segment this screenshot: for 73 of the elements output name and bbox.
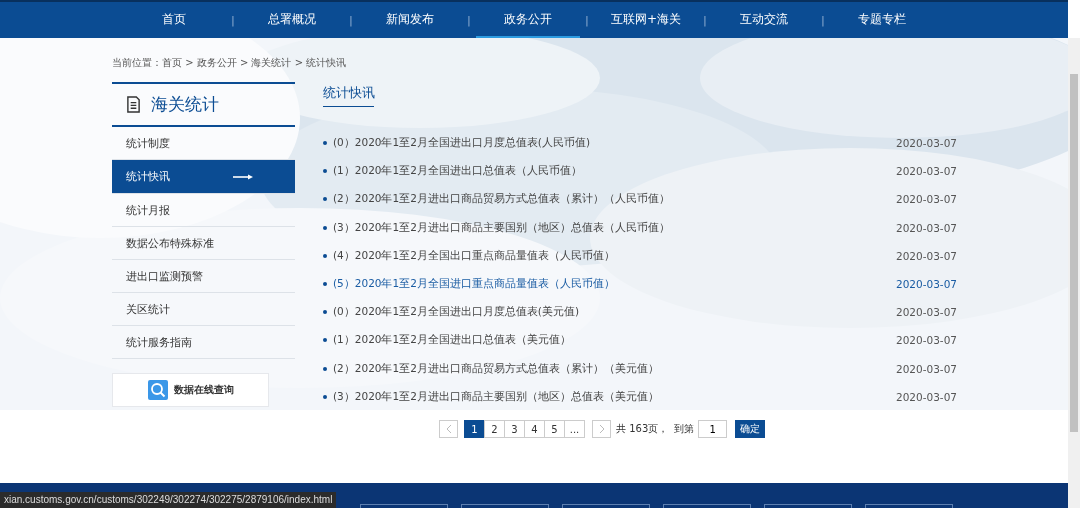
search-icon <box>147 380 168 400</box>
document-icon <box>126 96 141 113</box>
article-date: 2020-03-07 <box>895 221 957 234</box>
bullet-icon <box>323 141 327 146</box>
nav-tab[interactable]: 专题专栏 <box>830 2 934 38</box>
page-button[interactable]: 1 <box>464 420 485 438</box>
bullet-icon <box>323 282 327 287</box>
bullet-icon <box>323 310 327 315</box>
sidebar-item[interactable]: 统计月报 <box>112 194 295 227</box>
bullet-icon <box>323 253 327 258</box>
bullet-icon <box>323 338 327 343</box>
bullet-icon <box>323 225 327 230</box>
nav-tab[interactable]: 新闻发布 <box>358 2 462 38</box>
arrow-icon <box>233 173 253 180</box>
nav-separator: | <box>348 14 354 26</box>
nav-separator: | <box>584 14 590 26</box>
page-button[interactable]: 5 <box>544 420 565 438</box>
breadcrumb: 当前位置：首页 > 政务公开 > 海关统计 > 统计快讯 <box>112 56 348 70</box>
article-link[interactable]: (0）2020年1至2月全国进出口月度总值表(美元值) <box>333 305 896 320</box>
section-title: 统计快讯 <box>323 84 375 102</box>
chevron-left-icon <box>445 424 452 434</box>
article-date: 2020-03-07 <box>895 362 957 375</box>
data-query-button[interactable]: 数据在线查询 <box>112 373 269 407</box>
nav-tab[interactable]: 互动交流 <box>712 2 816 38</box>
article-link[interactable]: (2）2020年1至2月进出口商品贸易方式总值表（累计）（美元值） <box>333 361 896 376</box>
page-button[interactable]: 3 <box>504 420 525 438</box>
page-total: 共 163页， <box>616 422 669 436</box>
article-date: 2020-03-07 <box>895 278 957 291</box>
sidebar-item[interactable]: 关区统计 <box>112 293 295 326</box>
nav-tab[interactable]: 总署概况 <box>240 2 344 38</box>
page-input[interactable]: 1 <box>698 420 728 438</box>
previous-page-button[interactable] <box>439 420 458 438</box>
article-date: 2020-03-07 <box>895 249 957 262</box>
next-page-button[interactable] <box>592 420 611 438</box>
article-date: 2020-03-07 <box>895 137 957 150</box>
nav-separator: | <box>702 14 708 26</box>
sidebar-item[interactable]: 统计服务指南 <box>112 326 295 359</box>
bullet-icon <box>323 197 327 202</box>
sidebar-item[interactable]: 统计快讯 <box>112 160 295 194</box>
scrollbar[interactable] <box>1068 38 1080 508</box>
article-link[interactable]: (3）2020年1至2月进出口商品主要国别（地区）总值表（美元值） <box>333 389 896 404</box>
article-date: 2020-03-07 <box>895 306 957 319</box>
article-link[interactable]: (2）2020年1至2月进出口商品贸易方式总值表（累计）（人民币值） <box>333 192 896 207</box>
bullet-icon <box>323 394 327 399</box>
confirm-button[interactable]: 确定 <box>735 420 766 438</box>
sidebar-item[interactable]: 数据公布特殊标准 <box>112 227 295 260</box>
bullet-icon <box>323 169 327 174</box>
page-button[interactable]: 4 <box>524 420 545 438</box>
chevron-right-icon <box>598 424 605 434</box>
article-link[interactable]: (5）2020年1至2月全国进口重点商品量值表（人民币值） <box>333 277 896 292</box>
title-underline <box>323 106 374 107</box>
page-button[interactable]: 2 <box>484 420 505 438</box>
nav-separator: | <box>466 14 472 26</box>
page-button[interactable]: ... <box>564 420 585 438</box>
article-date: 2020-03-07 <box>895 390 957 403</box>
article-link[interactable]: (3）2020年1至2月进出口商品主要国别（地区）总值表（人民币值） <box>333 220 896 235</box>
article-date: 2020-03-07 <box>895 165 957 178</box>
article-date: 2020-03-07 <box>895 193 957 206</box>
bullet-icon <box>323 366 327 371</box>
sidebar-title: 海关统计 <box>151 93 219 116</box>
article-link[interactable]: (0）2020年1至2月全国进出口月度总值表(人民币值) <box>333 136 896 151</box>
nav-tab[interactable]: 互联网+海关 <box>594 2 698 38</box>
article-link[interactable]: (1）2020年1至2月全国进出口总值表（人民币值） <box>333 164 896 179</box>
nav-tab[interactable]: 首页 <box>122 2 226 38</box>
goto-label: 到第 <box>674 422 695 436</box>
article-link[interactable]: (1）2020年1至2月全国进出口总值表（美元值） <box>333 333 896 348</box>
scroll-thumb[interactable] <box>1070 74 1078 432</box>
nav-separator: | <box>820 14 826 26</box>
nav-separator: | <box>230 14 236 26</box>
status-url: xian.customs.gov.cn/customs/302249/302274/302275/2879106/index.html <box>0 492 337 508</box>
sidebar-item[interactable]: 进出口监测预警 <box>112 260 295 293</box>
article-link[interactable]: (4）2020年1至2月全国出口重点商品量值表（人民币值） <box>333 248 896 263</box>
article-date: 2020-03-07 <box>895 334 957 347</box>
